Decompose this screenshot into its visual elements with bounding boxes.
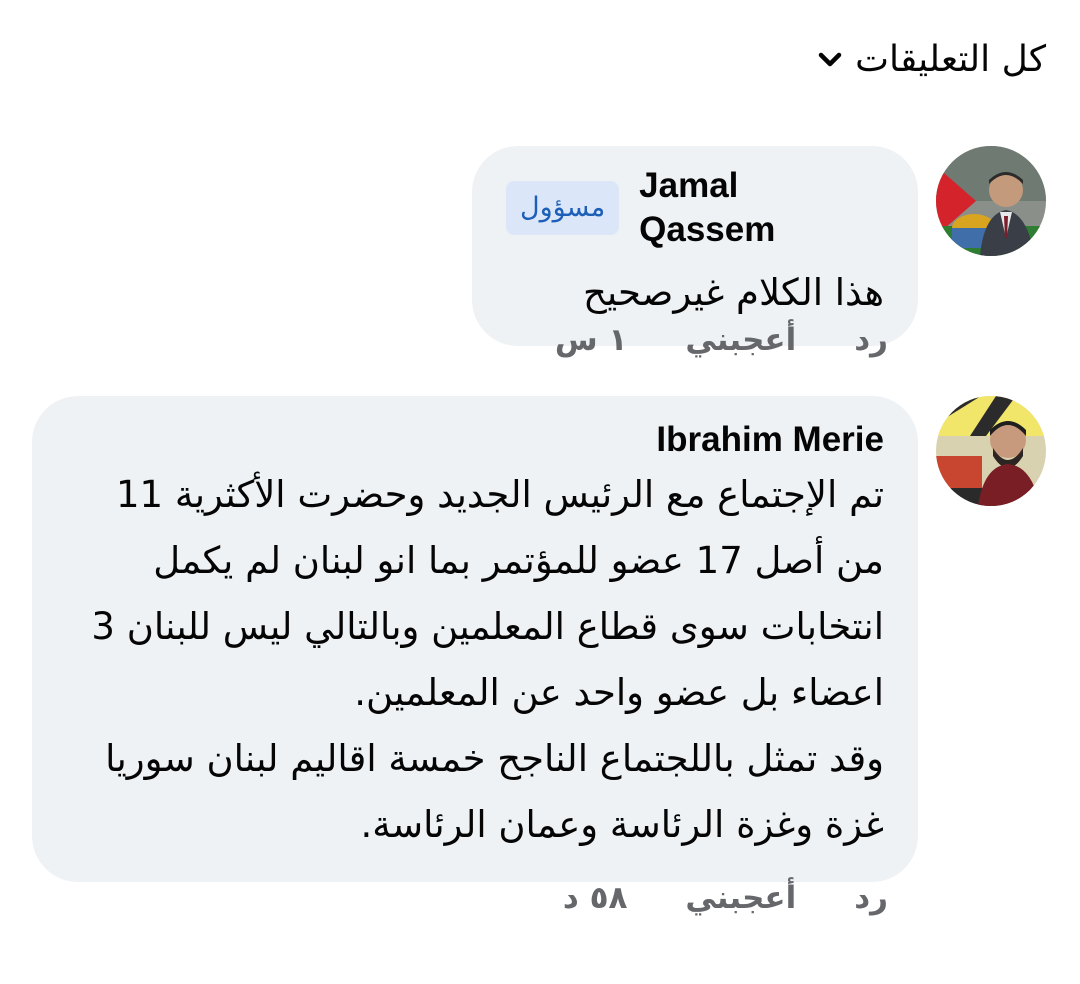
like-button[interactable]: أعجبني (685, 878, 796, 918)
comments-page: كل التعليقات Jamal Qassem مسؤول هذا الكل… (0, 0, 1080, 984)
comment-actions: ١ س أعجبني رد (555, 320, 888, 360)
filter-label: كل التعليقات (855, 39, 1046, 80)
comment-item: Jamal Qassem مسؤول هذا الكلام غيرصحيح (472, 146, 1046, 346)
all-comments-filter[interactable]: كل التعليقات (815, 38, 1046, 82)
reply-button[interactable]: رد (854, 320, 888, 360)
avatar[interactable] (936, 146, 1046, 256)
chevron-down-icon (815, 45, 845, 75)
comment-bubble: Jamal Qassem مسؤول هذا الكلام غيرصحيح (472, 146, 918, 346)
comment-bubble: Ibrahim Merie تم الإجتماع مع الرئيس الجد… (32, 396, 918, 882)
author-name[interactable]: Ibrahim Merie (656, 418, 884, 462)
reply-button[interactable]: رد (854, 878, 888, 918)
author-row: Ibrahim Merie (66, 418, 884, 462)
avatar[interactable] (936, 396, 1046, 506)
author-name[interactable]: Jamal Qassem (639, 164, 884, 252)
like-button[interactable]: أعجبني (685, 320, 796, 360)
comment-item: Ibrahim Merie تم الإجتماع مع الرئيس الجد… (32, 396, 1046, 882)
comment-text: تم الإجتماع مع الرئيس الجديد وحضرت الأكث… (91, 473, 884, 846)
admin-badge: مسؤول (506, 181, 620, 235)
author-row: Jamal Qassem مسؤول (506, 164, 884, 252)
comment-actions: ٥٨ د أعجبني رد (563, 878, 888, 918)
comment-time[interactable]: ١ س (555, 320, 628, 360)
comment-time[interactable]: ٥٨ د (563, 878, 628, 918)
comment-text: هذا الكلام غيرصحيح (583, 271, 884, 314)
